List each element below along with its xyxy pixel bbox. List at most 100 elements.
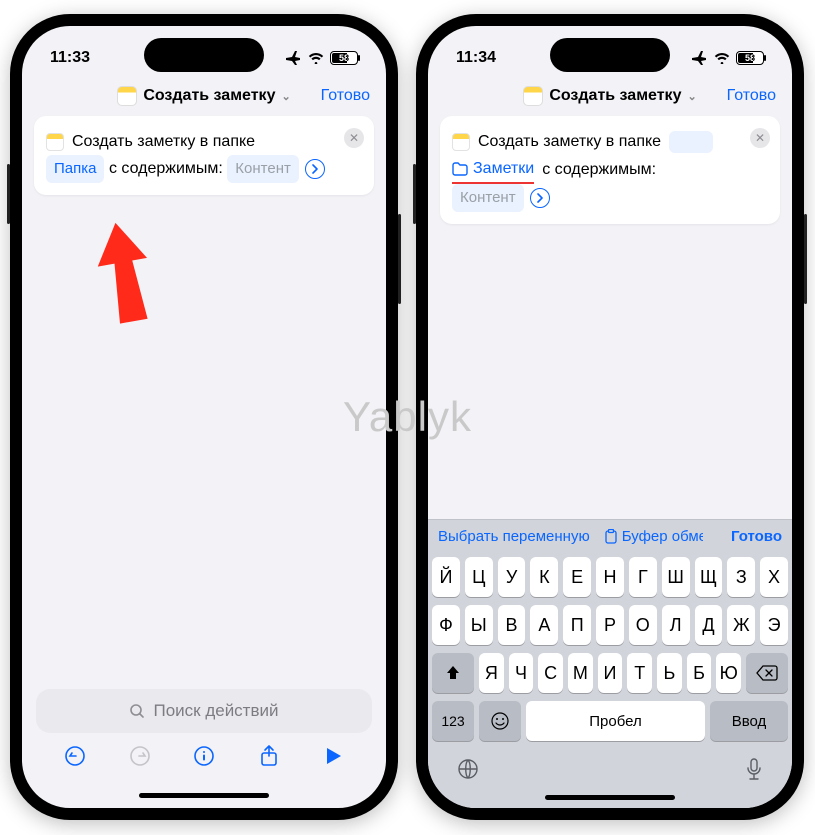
search-actions-field[interactable]: Поиск действий [36,689,372,733]
nav-title-label: Создать заметку [143,87,275,105]
letter-key[interactable]: Л [662,605,690,645]
done-button[interactable]: Готово [321,87,370,105]
shift-key[interactable] [432,653,474,693]
letter-key[interactable]: Щ [695,557,723,597]
letter-key[interactable]: Р [596,605,624,645]
status-right: 58 [286,51,358,65]
nav-bar: Создать заметку ⌄ Готово [22,80,386,116]
letter-key[interactable]: Ц [465,557,493,597]
redo-button[interactable] [127,743,153,769]
action-text-mid: с содержимым: [109,160,223,177]
expand-action-button[interactable] [530,188,550,208]
clear-action-button[interactable]: ✕ [750,128,770,148]
bottom-area: Поиск действий [22,689,386,808]
folder-selected-chip[interactable]: Заметки [452,155,534,184]
keyboard-row-4: 123 Пробел Ввод [432,701,788,741]
letter-key[interactable]: М [568,653,593,693]
search-placeholder: Поиск действий [153,701,278,721]
letter-key[interactable]: Б [687,653,712,693]
action-text-prefix: Создать заметку в папке [478,128,661,155]
letter-key[interactable]: Ж [727,605,755,645]
dictation-key[interactable] [744,757,764,783]
status-right: 58 [692,51,764,65]
nav-title[interactable]: Создать заметку ⌄ [117,86,290,106]
action-card[interactable]: ✕ Создать заметку в папке Папка с содерж… [34,116,374,195]
letter-key[interactable]: Д [695,605,723,645]
share-button[interactable] [256,743,282,769]
letter-key[interactable]: Т [627,653,652,693]
letter-key[interactable]: Г [629,557,657,597]
clear-action-button[interactable]: ✕ [344,128,364,148]
letter-key[interactable]: З [727,557,755,597]
content-token[interactable]: Контент [227,155,299,183]
letter-key[interactable]: Й [432,557,460,597]
folder-selected-label: Заметки [473,155,534,182]
letter-key[interactable]: Ь [657,653,682,693]
folder-token[interactable]: Папка [46,155,104,183]
content-area: ✕ Создать заметку в папке Заметки [428,116,792,519]
globe-key[interactable] [456,757,480,783]
content-area: ✕ Создать заметку в папке Папка с содерж… [22,116,386,689]
letter-key[interactable]: И [598,653,623,693]
airplane-icon [286,51,302,65]
pick-variable-button[interactable]: Выбрать переменную [438,528,590,545]
airplane-icon [692,51,708,65]
enter-key[interactable]: Ввод [710,701,788,741]
run-button[interactable] [320,743,346,769]
space-key[interactable]: Пробел [526,701,705,741]
letter-key[interactable]: П [563,605,591,645]
keyboard-done-button[interactable]: Готово [731,528,782,545]
letter-key[interactable]: О [629,605,657,645]
content-token[interactable]: Контент [452,184,524,212]
dual-phone-stage: 11:33 58 Создать зам [0,0,815,834]
chevron-down-icon: ⌄ [281,90,290,103]
info-button[interactable] [191,743,217,769]
letter-key[interactable]: Я [479,653,504,693]
home-indicator[interactable] [545,795,675,800]
wifi-icon [308,52,324,64]
status-time: 11:33 [50,49,90,67]
keyboard-bottom-row [432,749,788,789]
home-indicator[interactable] [139,793,269,798]
letter-key[interactable]: Ы [465,605,493,645]
letter-key[interactable]: Ф [432,605,460,645]
notes-app-icon [117,86,137,106]
screen-right: 11:34 58 Создать зам [428,26,792,808]
letter-key[interactable]: У [498,557,526,597]
letter-key[interactable]: Ч [509,653,534,693]
letter-key[interactable]: К [530,557,558,597]
backspace-key[interactable] [746,653,788,693]
search-icon [129,703,145,719]
phone-frame-left: 11:33 58 Создать зам [10,14,398,820]
expand-action-button[interactable] [305,159,325,179]
battery-icon: 58 [330,51,358,65]
notes-app-icon [523,86,543,106]
letter-key[interactable]: В [498,605,526,645]
letter-key[interactable]: Е [563,557,591,597]
emoji-key[interactable] [479,701,521,741]
letter-key[interactable]: Э [760,605,788,645]
text-cursor-token[interactable] [669,131,713,153]
letter-key[interactable]: Х [760,557,788,597]
clipboard-icon [604,529,618,545]
wifi-icon [714,52,730,64]
keyboard-row-2: ФЫВАПРОЛДЖЭ [432,605,788,645]
numbers-key[interactable]: 123 [432,701,474,741]
action-text-prefix: Создать заметку в папке [72,128,255,155]
letter-key[interactable]: Ш [662,557,690,597]
letter-key[interactable]: Н [596,557,624,597]
clipboard-chip[interactable]: Буфер обмен [604,528,703,545]
dynamic-island [550,38,670,72]
keyboard-row-3: ЯЧСМИТЬБЮ [432,653,788,693]
action-text-mid: с содержимым: [542,156,656,183]
done-button[interactable]: Готово [727,87,776,105]
status-time: 11:34 [456,49,496,67]
action-card[interactable]: ✕ Создать заметку в папке Заметки [440,116,780,224]
undo-button[interactable] [62,743,88,769]
nav-title[interactable]: Создать заметку ⌄ [523,86,696,106]
letter-key[interactable]: Ю [716,653,741,693]
dynamic-island [144,38,264,72]
battery-icon: 58 [736,51,764,65]
letter-key[interactable]: С [538,653,563,693]
letter-key[interactable]: А [530,605,558,645]
